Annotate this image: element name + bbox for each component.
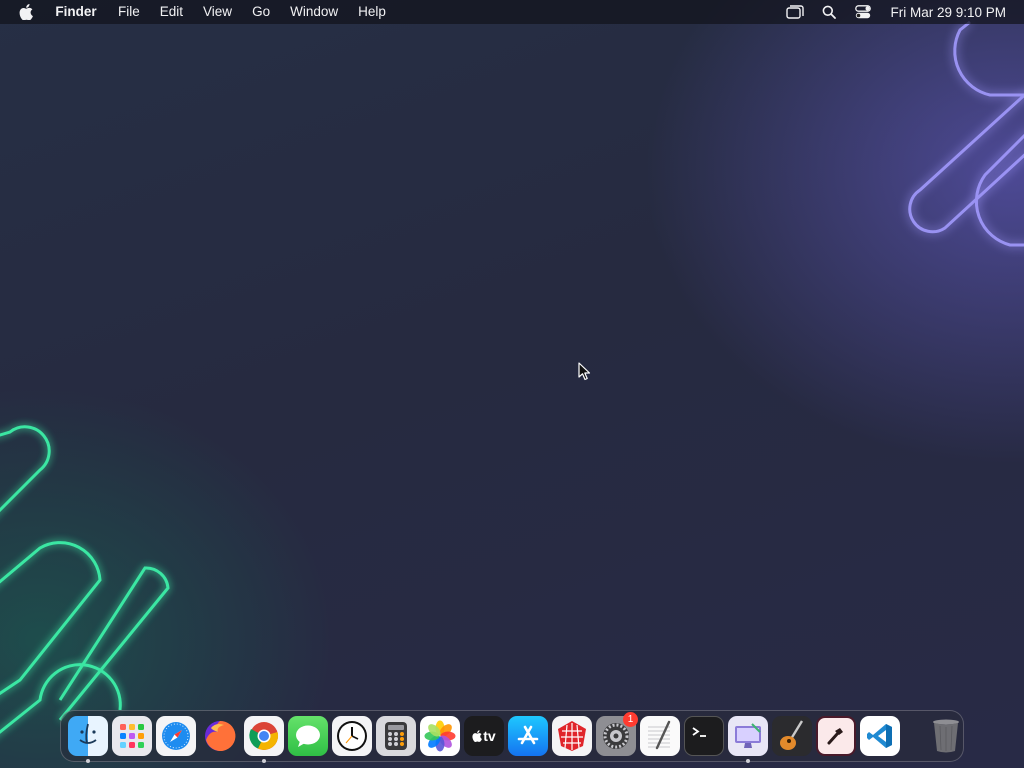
menu-edit[interactable]: Edit <box>150 0 193 24</box>
apple-menu-icon[interactable] <box>0 4 52 20</box>
calculator-icon[interactable] <box>376 716 416 756</box>
photos-icon[interactable] <box>420 716 460 756</box>
system-settings-icon[interactable]: 1 <box>596 712 638 756</box>
apple-tv-label: tv <box>483 728 496 744</box>
wallpaper-decoration <box>0 20 1024 734</box>
notification-badge: 1 <box>623 712 638 727</box>
menu-bar-clock[interactable]: Fri Mar 29 9:10 PM <box>890 5 1006 20</box>
app-store-icon[interactable] <box>508 716 548 756</box>
pencil-app-icon[interactable] <box>816 716 856 756</box>
running-indicator <box>86 759 90 763</box>
chrome-icon[interactable] <box>244 716 284 763</box>
search-icon[interactable] <box>812 0 846 24</box>
menu-bar: Finder File Edit View Go Window Help Fri… <box>0 0 1024 24</box>
menu-app-name[interactable]: Finder <box>54 0 106 32</box>
safari-icon[interactable] <box>156 716 196 756</box>
firefox-icon[interactable] <box>200 716 240 756</box>
vscode-icon[interactable] <box>860 716 900 756</box>
running-indicator <box>746 759 750 763</box>
apple-tv-icon[interactable]: tv <box>464 716 504 756</box>
menu-window[interactable]: Window <box>280 0 348 24</box>
control-center-icon[interactable] <box>846 0 880 24</box>
textedit-icon[interactable] <box>640 716 680 756</box>
dock: tv 1 <box>60 710 966 763</box>
finder-icon[interactable] <box>68 716 108 763</box>
screen-sharing-icon[interactable] <box>728 716 768 763</box>
menu-go[interactable]: Go <box>242 0 280 24</box>
launchpad-icon[interactable] <box>112 716 152 756</box>
trash-icon[interactable] <box>926 716 966 756</box>
garageband-icon[interactable] <box>772 716 812 756</box>
menu-file[interactable]: File <box>108 0 150 24</box>
menu-view[interactable]: View <box>193 0 242 24</box>
mouse-cursor-icon <box>578 362 591 381</box>
running-indicator <box>262 759 266 763</box>
window-icon[interactable] <box>778 0 812 24</box>
redshift-app-icon[interactable] <box>552 716 592 756</box>
clock-icon[interactable] <box>332 716 372 756</box>
terminal-icon[interactable] <box>684 716 724 756</box>
messages-icon[interactable] <box>288 716 328 756</box>
menu-help[interactable]: Help <box>348 0 396 24</box>
